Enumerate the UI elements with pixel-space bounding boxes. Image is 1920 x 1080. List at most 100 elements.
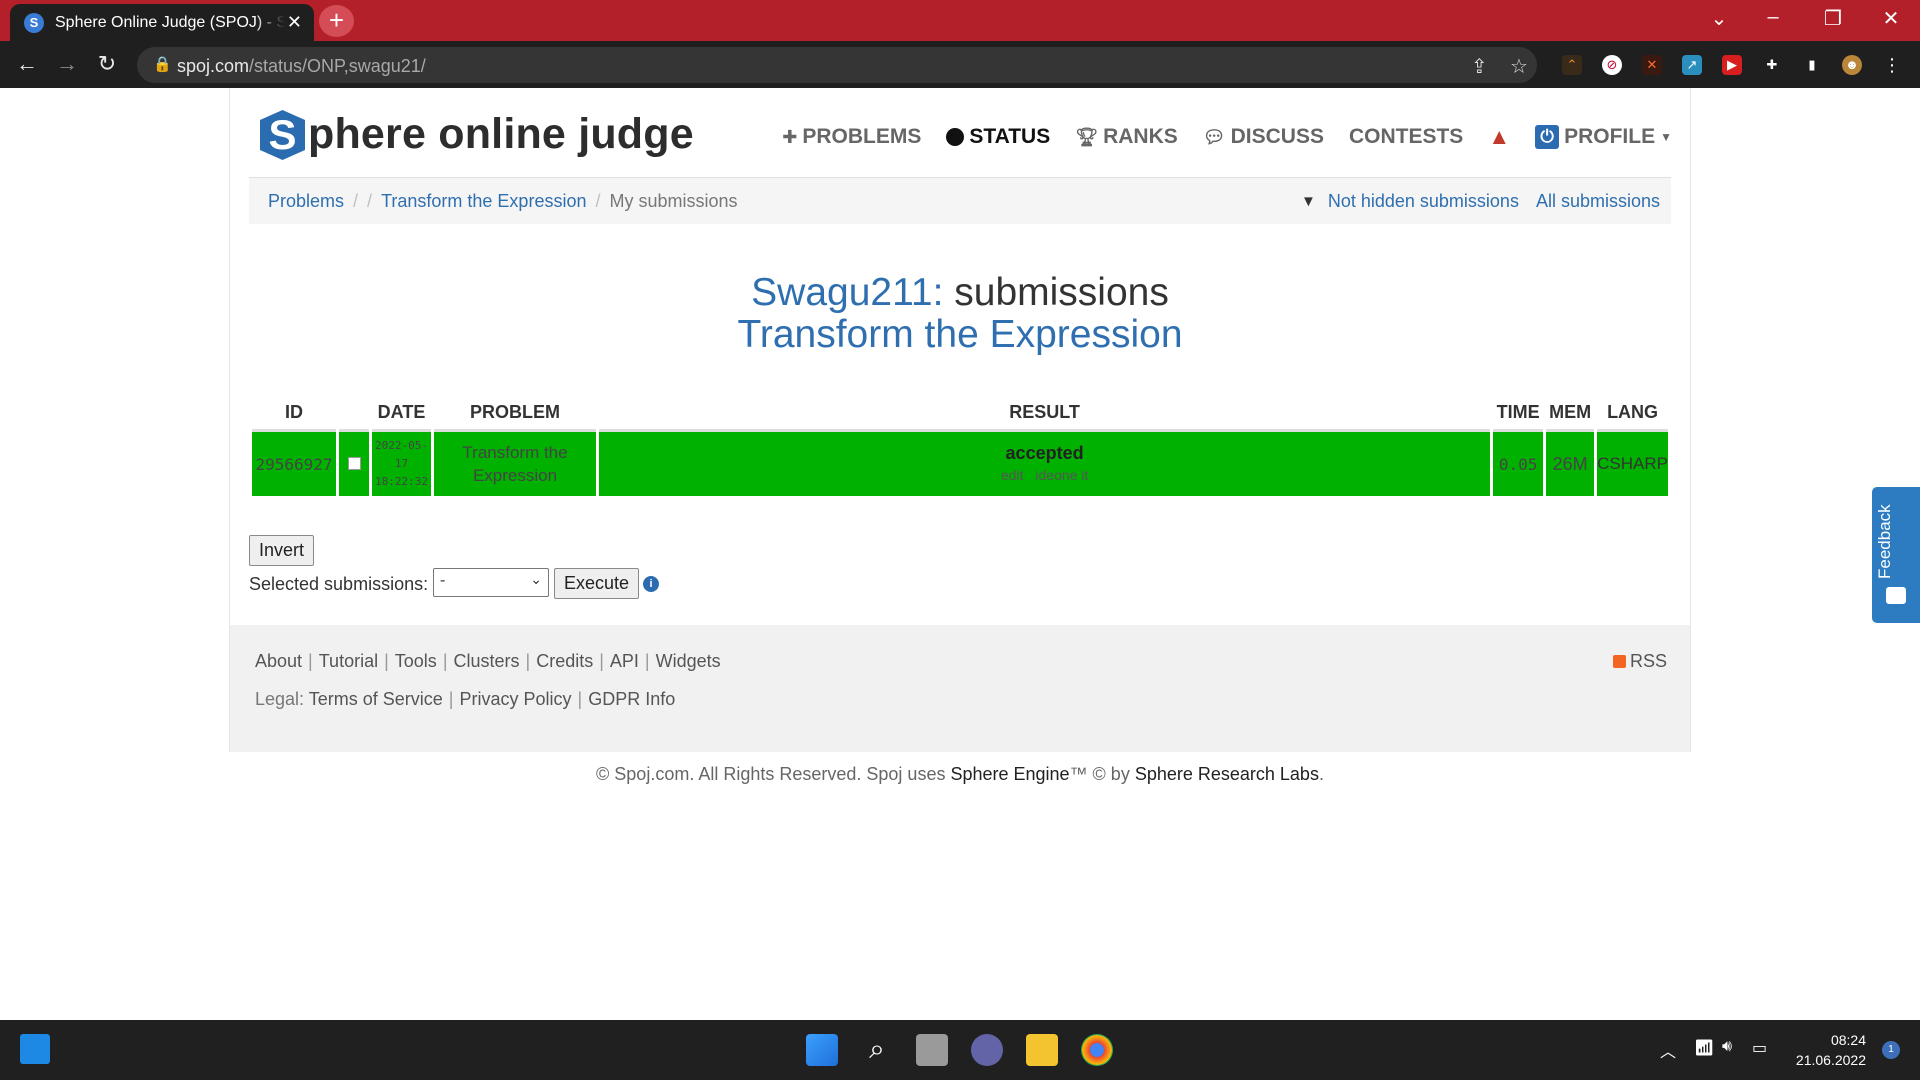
start-menu-icon[interactable]	[806, 1034, 838, 1066]
power-icon: ⏻	[1535, 125, 1560, 149]
invert-button[interactable]: Invert	[249, 535, 315, 566]
breadcrumb-problems[interactable]: Problems	[268, 191, 344, 211]
nav-contests[interactable]: CONTESTS	[1349, 125, 1463, 149]
rss-link[interactable]: RSS	[1612, 651, 1667, 672]
footer-link-tools[interactable]: Tools	[395, 651, 437, 671]
close-tab-icon[interactable]: ✕	[287, 12, 302, 33]
legal-label: Legal:	[255, 689, 305, 709]
nav-status[interactable]: STATUS	[946, 125, 1050, 149]
taskbar-clock[interactable]: 08:24 21.06.2022	[1796, 1030, 1866, 1070]
reload-icon[interactable]: ↻	[92, 51, 122, 77]
extension-chart-icon[interactable]: ↗	[1682, 55, 1702, 75]
close-window-button[interactable]: ✕	[1871, 6, 1911, 31]
execute-button[interactable]: Execute	[554, 568, 640, 599]
nav-ranks[interactable]: 🏆︎ RANKS	[1075, 125, 1178, 149]
footer-link-clusters[interactable]: Clusters	[454, 651, 520, 671]
notification-badge[interactable]: 1	[1882, 1041, 1900, 1059]
logo-mark: S	[260, 110, 305, 160]
chrome-icon[interactable]	[1081, 1034, 1113, 1066]
pipe-divider: |	[442, 651, 448, 671]
search-icon[interactable]: ⌕	[861, 1034, 893, 1066]
col-id[interactable]: ID	[252, 396, 336, 432]
side-panel-icon[interactable]: ▮	[1802, 55, 1822, 75]
new-tab-button[interactable]: +	[319, 5, 354, 37]
extension-cross-icon[interactable]: ✕	[1642, 55, 1662, 75]
pipe-divider: |	[644, 651, 650, 671]
action-select[interactable]: - ⌄	[433, 568, 549, 597]
puzzle-icon: ✚	[782, 126, 798, 147]
nav-profile[interactable]: ⏻ PROFILE ▼	[1535, 125, 1672, 149]
bookmark-star-icon[interactable]: ☆	[1510, 54, 1528, 79]
pipe-divider: |	[599, 651, 604, 671]
col-mem[interactable]: MEM	[1546, 396, 1595, 432]
address-bar[interactable]: 🔒 spoj.com/status/ONP,swagu21/ ⇪ ☆	[137, 47, 1537, 83]
profile-avatar-icon[interactable]: ☻	[1842, 55, 1862, 75]
share-icon[interactable]: ⇪	[1471, 54, 1488, 79]
browser-menu-icon[interactable]: ⋮	[1882, 55, 1902, 75]
copyright-prefix: © Spoj.com. All Rights Reserved. Spoj us…	[596, 764, 951, 784]
col-date[interactable]: DATE	[372, 396, 431, 432]
url-text[interactable]: spoj.com/status/ONP,swagu21/	[177, 56, 426, 77]
volume-icon[interactable]: 🔊︎	[1722, 1038, 1732, 1056]
not-hidden-submissions-link[interactable]: Not hidden submissions	[1328, 191, 1519, 212]
chat-app-icon[interactable]	[971, 1034, 1003, 1066]
rss-icon	[1612, 655, 1626, 668]
footer-link-privacy[interactable]: Privacy Policy	[459, 689, 571, 709]
sphere-engine-link[interactable]: Sphere Engine	[950, 764, 1069, 784]
site-footer: About | Tutorial | Tools | Clusters | Credits | AP…	[230, 625, 1690, 752]
nav-warning[interactable]: ▲	[1488, 124, 1510, 150]
edit-link[interactable]: edit	[1001, 467, 1024, 483]
all-submissions-link[interactable]: All submissions	[1536, 191, 1660, 212]
chevron-down-icon: ⌄	[530, 571, 542, 587]
browser-tab[interactable]: S Sphere Online Judge (SPOJ) - Status ✕	[10, 4, 314, 41]
extension-record-icon[interactable]: ▶	[1722, 55, 1742, 75]
pipe-divider: |	[384, 651, 389, 671]
footer-link-credits[interactable]: Credits	[536, 651, 593, 671]
footer-link-widgets[interactable]: Widgets	[656, 651, 721, 671]
extensions-puzzle-icon[interactable]: ✚	[1762, 55, 1782, 75]
restore-button[interactable]: ❐	[1813, 6, 1853, 31]
breadcrumb-problem[interactable]: Transform the Expression	[381, 191, 586, 211]
tab-search-icon[interactable]: ⌄	[1699, 6, 1739, 31]
spoj-favicon-icon: S	[24, 13, 44, 33]
footer-link-terms[interactable]: Terms of Service	[309, 689, 443, 709]
footer-link-api[interactable]: API	[610, 651, 639, 671]
nav-problems[interactable]: ✚ PROBLEMS	[782, 125, 921, 149]
browser-toolbar: ← → ↻ 🔒 spoj.com/status/ONP,swagu21/ ⇪ ☆…	[0, 41, 1920, 88]
problem-title-link[interactable]: Transform the Expression	[230, 314, 1690, 356]
submission-problem[interactable]: Transform the Expression	[434, 432, 596, 496]
footer-link-gdpr[interactable]: GDPR Info	[588, 689, 675, 709]
action-select-value: -	[440, 572, 446, 589]
trophy-icon: 🏆︎	[1075, 126, 1099, 147]
col-problem[interactable]: PROBLEM	[434, 396, 596, 432]
info-icon[interactable]: i	[643, 576, 659, 592]
widgets-icon[interactable]	[20, 1034, 50, 1064]
footer-link-tutorial[interactable]: Tutorial	[319, 651, 378, 671]
col-result[interactable]: RESULT	[599, 396, 1491, 432]
forward-icon[interactable]: →	[52, 51, 82, 77]
task-view-icon[interactable]	[916, 1034, 948, 1066]
main-nav: ✚ PROBLEMS STATUS 🏆︎ RANKS 💬︎ DISCUSS CONTE…	[782, 122, 1672, 152]
status-dot-icon	[946, 128, 965, 146]
minimize-button[interactable]: –	[1753, 6, 1793, 29]
extension-arrows-icon[interactable]: ⌃	[1562, 55, 1582, 75]
sphere-labs-link[interactable]: Sphere Research Labs	[1135, 764, 1319, 784]
footer-link-about[interactable]: About	[255, 651, 302, 671]
pipe-divider: |	[308, 651, 313, 671]
feedback-tab[interactable]: Feedback	[1872, 487, 1920, 623]
col-lang[interactable]: LANG	[1597, 396, 1668, 432]
user-link[interactable]: Swagu211:	[751, 271, 943, 314]
tab-title: Sphere Online Judge (SPOJ) - Status	[55, 14, 285, 32]
row-checkbox[interactable]	[347, 456, 361, 470]
extension-block-icon[interactable]: ⊘	[1602, 55, 1622, 75]
back-icon[interactable]: ←	[12, 51, 42, 77]
tray-overflow-icon[interactable]: ︿	[1660, 1038, 1676, 1062]
file-explorer-icon[interactable]	[1026, 1034, 1058, 1066]
battery-icon[interactable]: ▭	[1752, 1038, 1767, 1058]
col-time[interactable]: TIME	[1493, 396, 1544, 432]
ideone-link[interactable]: ideone it	[1035, 467, 1088, 483]
nav-discuss[interactable]: 💬︎ DISCUSS	[1203, 125, 1324, 149]
submission-id[interactable]: 29566927	[252, 432, 336, 496]
wifi-icon[interactable]: 📶︎	[1694, 1038, 1714, 1058]
selected-submissions-label: Selected submissions:	[249, 574, 429, 594]
